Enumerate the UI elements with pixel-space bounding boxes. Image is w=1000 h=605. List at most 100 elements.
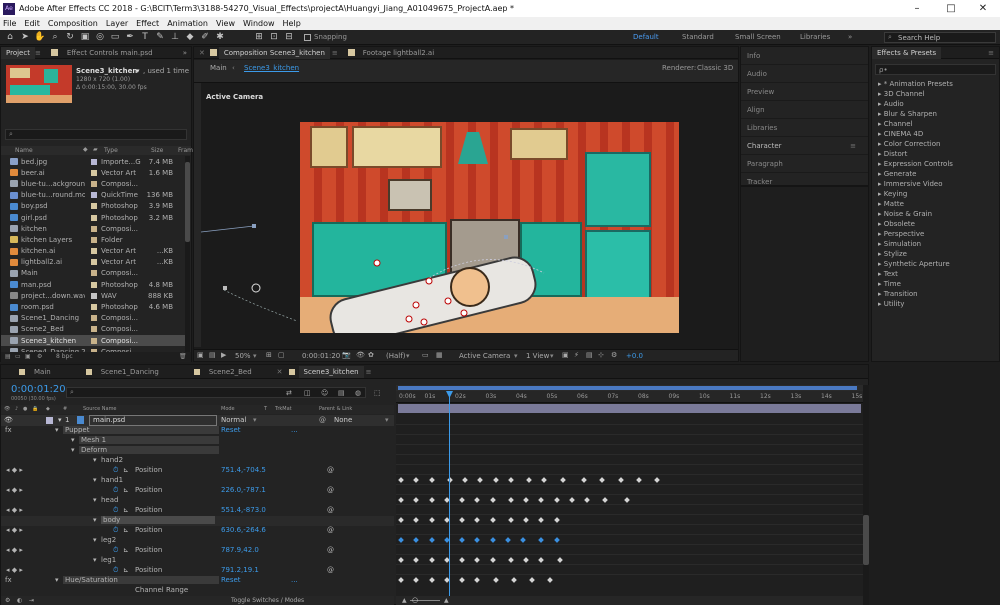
project-item-label-color[interactable] (91, 169, 97, 176)
keyframe-navigator-icon[interactable]: ◂ ◆ ▸ (6, 526, 23, 534)
keyframe[interactable] (507, 517, 514, 523)
breadcrumb-main[interactable]: Main (210, 64, 227, 72)
workspace-standard[interactable]: Standard (682, 33, 714, 41)
project-settings-icon[interactable]: ⚙ (37, 353, 42, 360)
keyframe[interactable] (459, 537, 465, 543)
av-features-icon[interactable]: 👁 (4, 406, 10, 412)
motion-blur-icon[interactable]: ◍ (355, 389, 361, 397)
project-item-label-color[interactable] (91, 304, 97, 311)
grid-icon[interactable]: ⊞ (266, 351, 272, 359)
effects-category[interactable]: ▸ Channel (874, 119, 999, 129)
keyframe[interactable] (398, 577, 404, 583)
panel-character[interactable]: Character ≡ (741, 137, 868, 155)
expression-pickwhip-icon[interactable]: @ (327, 526, 334, 534)
project-item-label-color[interactable] (91, 259, 97, 266)
transfer-controls-icon[interactable]: ◐ (17, 597, 22, 604)
keyframe-navigator-icon[interactable]: ◂ ◆ ▸ (6, 546, 23, 554)
eraser-tool-icon[interactable]: ◆ (184, 32, 196, 43)
menu-animation[interactable]: Animation (167, 19, 208, 28)
graph-icon[interactable]: ⊾ (123, 526, 129, 534)
keyframe[interactable] (428, 537, 435, 543)
project-item[interactable]: kitchen.ai Vector Art ...KB (1, 246, 185, 257)
region-icon[interactable]: ▢ (278, 351, 285, 359)
project-item[interactable]: Main Composi... (1, 268, 185, 279)
keyframe[interactable] (623, 497, 630, 503)
timeline-graph-area[interactable]: 0:00s 01s 02s 03s 04s 05s 06s 07s 08s 09s 10s 11s 12… (396, 385, 863, 605)
layer-name[interactable]: main.psd (89, 415, 217, 426)
label-icon[interactable]: ◆ (46, 406, 50, 412)
tab-project[interactable]: Project (1, 46, 35, 59)
keyframe[interactable] (398, 497, 404, 503)
keyframe[interactable] (538, 517, 545, 523)
mask-tool-icon[interactable]: ▭ (109, 32, 121, 43)
views-select[interactable]: 1 View (526, 352, 549, 360)
renderer-value[interactable]: Classic 3D (697, 64, 733, 72)
project-item-label-color[interactable] (91, 214, 97, 221)
menu-edit[interactable]: Edit (24, 19, 40, 28)
effects-category[interactable]: ▸ Text (874, 269, 999, 279)
project-item-label-color[interactable] (91, 158, 97, 165)
property-value[interactable]: 751.4,-704.5 (221, 466, 266, 474)
property-row[interactable]: ▾ Mesh 1 (1, 436, 394, 446)
project-item-label-color[interactable] (91, 203, 97, 210)
bit-depth-label[interactable]: 8 bpc (56, 353, 73, 360)
zoom-out-icon[interactable]: ▲ (402, 597, 407, 604)
keyframe[interactable] (428, 577, 435, 583)
effects-category[interactable]: ▸ 3D Channel (874, 89, 999, 99)
layer-label-color[interactable] (46, 417, 53, 424)
keyframe[interactable] (413, 557, 420, 563)
expand-triangle-icon[interactable]: ▾ (93, 536, 97, 544)
pan-behind-tool-icon[interactable]: ◎ (94, 32, 106, 43)
layer-duration-bar[interactable] (398, 404, 861, 413)
type-tool-icon[interactable]: T (139, 32, 151, 43)
workspace-more-icon[interactable]: » (848, 33, 852, 41)
effects-category[interactable]: ▸ Color Correction (874, 139, 999, 149)
property-value[interactable]: Reset (221, 426, 241, 434)
expression-pickwhip-icon[interactable]: @ (327, 546, 334, 554)
views-dropdown-icon[interactable]: ▾ (550, 352, 554, 360)
project-item[interactable]: man.psd Photoshop 4.8 MB (1, 279, 185, 290)
keyframe[interactable] (507, 557, 514, 563)
keyframe[interactable] (538, 537, 545, 543)
effects-category[interactable]: ▸ Immersive Video (874, 179, 999, 189)
expression-pickwhip-icon[interactable]: @ (327, 486, 334, 494)
lock-icon[interactable]: 🔒 (32, 406, 38, 412)
keyframe[interactable] (413, 477, 420, 483)
stopwatch-icon[interactable]: ⏱ (113, 466, 118, 475)
keyframe[interactable] (602, 497, 609, 503)
frame-blending-icon[interactable]: ▤ (338, 389, 345, 397)
keyframe[interactable] (541, 477, 548, 483)
selection-tool-icon[interactable]: ➤ (19, 32, 31, 43)
effects-search-input[interactable]: ρ• (875, 64, 996, 75)
workspace-default[interactable]: Default (633, 33, 659, 41)
panel-preview[interactable]: Preview (741, 83, 868, 101)
snapshot-icon[interactable]: 📷 (342, 351, 351, 359)
zoom-slider-handle[interactable]: ○ (412, 596, 418, 604)
resolution-dropdown-icon[interactable]: ▾ (406, 352, 410, 360)
trkmat-header[interactable]: TrkMat (275, 406, 292, 412)
keyframe[interactable] (538, 557, 545, 563)
menu-window[interactable]: Window (243, 19, 275, 28)
project-item[interactable]: beer.ai Vector Art 1.6 MB (1, 167, 185, 178)
project-item-label-color[interactable] (91, 192, 97, 199)
toggle-mask-icon[interactable]: ▤ (209, 351, 216, 359)
keyframe[interactable] (504, 537, 511, 543)
tab-footage[interactable]: Footage lightball2.ai (358, 47, 439, 59)
property-value[interactable]: Reset (221, 576, 241, 584)
keyframe[interactable] (474, 557, 481, 563)
project-item[interactable]: Scene3_kitchen Composi... (1, 335, 185, 347)
breadcrumb-scene3[interactable]: Scene3_kitchen (244, 64, 299, 72)
project-item-label-color[interactable] (91, 180, 97, 187)
camera-dropdown-icon[interactable]: ▾ (514, 352, 518, 360)
keyframe[interactable] (489, 497, 496, 503)
fx-icon[interactable]: fx (5, 426, 12, 434)
keyframe[interactable] (617, 477, 624, 483)
expand-triangle-icon[interactable]: ▾ (93, 456, 97, 464)
menu-composition[interactable]: Composition (48, 19, 98, 28)
stopwatch-icon[interactable]: ⏱ (113, 526, 118, 535)
tab-effect-controls[interactable]: Effect Controls main.psd (62, 47, 158, 59)
effects-category[interactable]: ▸ Blur & Sharpen (874, 109, 999, 119)
keyframe[interactable] (584, 497, 590, 503)
layer-expand-icon[interactable]: ▾ (58, 416, 62, 424)
parent-pickwhip-icon[interactable]: @ (319, 416, 326, 424)
